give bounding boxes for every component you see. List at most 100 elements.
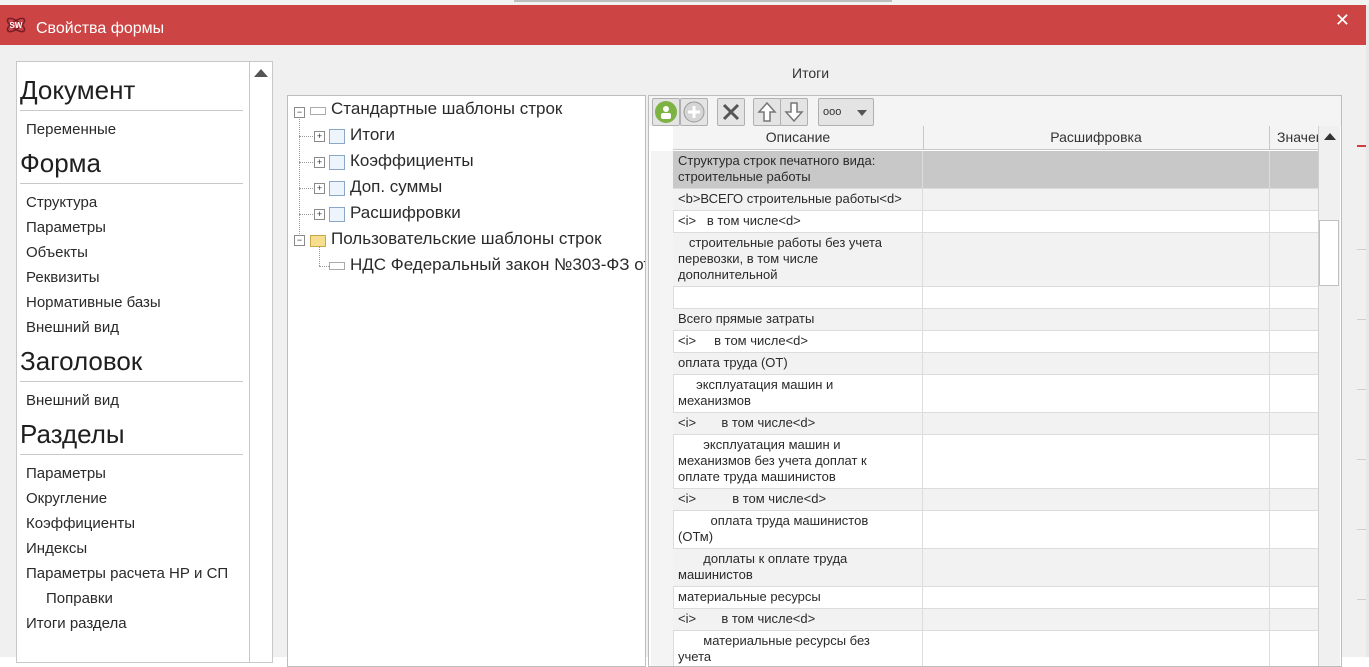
nav-item[interactable]: Реквизиты — [17, 265, 250, 290]
nav-item[interactable]: Итоги раздела — [17, 611, 250, 636]
description-cell[interactable]: Структура строк печатного вида: строител… — [673, 151, 923, 188]
scroll-up-icon[interactable] — [254, 69, 268, 77]
table-row[interactable]: оплата труда машинистов (ОТм) — [673, 511, 1318, 549]
scroll-up-icon[interactable] — [1323, 133, 1336, 140]
delete-button[interactable] — [717, 98, 745, 126]
expand-icon[interactable]: + — [314, 209, 325, 220]
table-row[interactable]: материальные ресурсы без учета — [673, 631, 1318, 666]
description-cell[interactable]: доплаты к оплате труда машинистов — [673, 549, 923, 586]
table-row[interactable]: <i> в том числе<d> — [673, 609, 1318, 631]
decoding-cell[interactable] — [923, 151, 1270, 188]
value-cell[interactable] — [1269, 151, 1318, 188]
decoding-cell[interactable] — [923, 511, 1270, 548]
value-cell[interactable] — [1269, 211, 1318, 232]
expand-icon[interactable]: + — [314, 131, 325, 142]
nav-item[interactable]: Параметры расчета НР и СП — [17, 561, 250, 586]
nav-item[interactable]: Округление — [17, 486, 250, 511]
table-row[interactable]: <i> в том числе<d> — [673, 489, 1318, 511]
collapse-icon[interactable]: − — [294, 107, 305, 118]
value-cell[interactable] — [1269, 631, 1318, 666]
decoding-cell[interactable] — [923, 353, 1270, 374]
description-cell[interactable]: Всего прямые затраты — [673, 309, 923, 330]
decoding-cell[interactable] — [923, 549, 1270, 586]
decoding-cell[interactable] — [923, 189, 1270, 210]
value-cell[interactable] — [1269, 489, 1318, 510]
nav-scrollbar[interactable] — [249, 61, 273, 663]
table-row[interactable]: Всего прямые затраты — [673, 309, 1318, 331]
value-cell[interactable] — [1269, 413, 1318, 434]
table-row[interactable]: <i> в том числе<d> — [673, 331, 1318, 353]
nav-item[interactable]: Индексы — [17, 536, 250, 561]
add-row-button[interactable] — [680, 98, 708, 126]
decoding-cell[interactable] — [923, 489, 1270, 510]
description-cell[interactable]: эксплуатация машин и механизмов без учет… — [673, 435, 923, 488]
value-cell[interactable] — [1269, 587, 1318, 608]
grid-scrollbar[interactable] — [1318, 126, 1340, 666]
nav-item[interactable]: Переменные — [17, 117, 250, 142]
table-row[interactable]: строительные работы без учета перевозки,… — [673, 233, 1318, 287]
value-cell[interactable] — [1269, 609, 1318, 630]
decoding-cell[interactable] — [923, 587, 1270, 608]
description-cell[interactable]: материальные ресурсы — [673, 587, 923, 608]
nav-item[interactable]: Внешний вид — [17, 315, 250, 340]
nav-item[interactable]: Нормативные базы — [17, 290, 250, 315]
decoding-cell[interactable] — [923, 609, 1270, 630]
table-row[interactable]: материальные ресурсы — [673, 587, 1318, 609]
description-cell[interactable]: <i> в том числе<d> — [673, 413, 923, 434]
move-up-button[interactable] — [753, 98, 781, 126]
nav-item[interactable]: Параметры — [17, 461, 250, 486]
description-cell[interactable]: материальные ресурсы без учета — [673, 631, 923, 666]
table-row[interactable]: эксплуатация машин и механизмов без учет… — [673, 435, 1318, 489]
description-cell[interactable]: оплата труда (ОТ) — [673, 353, 923, 374]
description-cell[interactable]: <i> в том числе<d> — [673, 211, 923, 232]
value-cell[interactable] — [1269, 353, 1318, 374]
decoding-cell[interactable] — [923, 309, 1270, 330]
decoding-cell[interactable] — [923, 233, 1270, 286]
table-row[interactable]: эксплуатация машин и механизмов — [673, 375, 1318, 413]
decoding-cell[interactable] — [923, 413, 1270, 434]
table-row[interactable]: <b>ВСЕГО строительные работы<d> — [673, 189, 1318, 211]
column-header-value[interactable]: Значение — [1269, 126, 1318, 149]
decoding-cell[interactable] — [923, 375, 1270, 412]
nav-item[interactable]: Внешний вид — [17, 388, 250, 413]
nav-item[interactable]: Структура — [17, 190, 250, 215]
description-cell[interactable]: <b>ВСЕГО строительные работы<d> — [673, 189, 923, 210]
value-cell[interactable] — [1269, 233, 1318, 286]
decoding-cell[interactable] — [923, 631, 1270, 666]
expand-icon[interactable]: + — [314, 183, 325, 194]
table-row[interactable]: Структура строк печатного вида: строител… — [673, 151, 1318, 189]
column-header-decoding[interactable]: Расшифровка — [923, 126, 1270, 149]
value-cell[interactable] — [1269, 511, 1318, 548]
table-row[interactable]: оплата труда (ОТ) — [673, 353, 1318, 375]
value-cell[interactable] — [1269, 287, 1318, 308]
value-cell[interactable] — [1269, 331, 1318, 352]
description-cell[interactable]: оплата труда машинистов (ОТм) — [673, 511, 923, 548]
description-cell[interactable]: эксплуатация машин и механизмов — [673, 375, 923, 412]
value-cell[interactable] — [1269, 549, 1318, 586]
expand-icon[interactable]: + — [314, 157, 325, 168]
close-icon[interactable]: ✕ — [1335, 10, 1350, 31]
value-cell[interactable] — [1269, 435, 1318, 488]
value-cell[interactable] — [1269, 375, 1318, 412]
table-row[interactable]: доплаты к оплате труда машинистов — [673, 549, 1318, 587]
add-group-button[interactable] — [652, 98, 680, 126]
description-cell[interactable]: <i> в том числе<d> — [673, 331, 923, 352]
description-cell[interactable]: строительные работы без учета перевозки,… — [673, 233, 923, 286]
options-dropdown[interactable]: ооо — [818, 98, 874, 126]
decoding-cell[interactable] — [923, 211, 1270, 232]
value-cell[interactable] — [1269, 189, 1318, 210]
decoding-cell[interactable] — [923, 287, 1270, 308]
table-row[interactable]: <i> в том числе<d> — [673, 413, 1318, 435]
nav-item[interactable]: Поправки — [17, 586, 250, 611]
description-cell[interactable]: <i> в том числе<d> — [673, 609, 923, 630]
nav-item[interactable]: Коэффициенты — [17, 511, 250, 536]
move-down-button[interactable] — [780, 98, 808, 126]
value-cell[interactable] — [1269, 309, 1318, 330]
nav-item[interactable]: Объекты — [17, 240, 250, 265]
scroll-thumb[interactable] — [1319, 220, 1339, 286]
table-row[interactable] — [673, 287, 1318, 309]
nav-item[interactable]: Параметры — [17, 215, 250, 240]
decoding-cell[interactable] — [923, 331, 1270, 352]
column-header-description[interactable]: Описание — [673, 126, 924, 149]
collapse-icon[interactable]: − — [294, 235, 305, 246]
